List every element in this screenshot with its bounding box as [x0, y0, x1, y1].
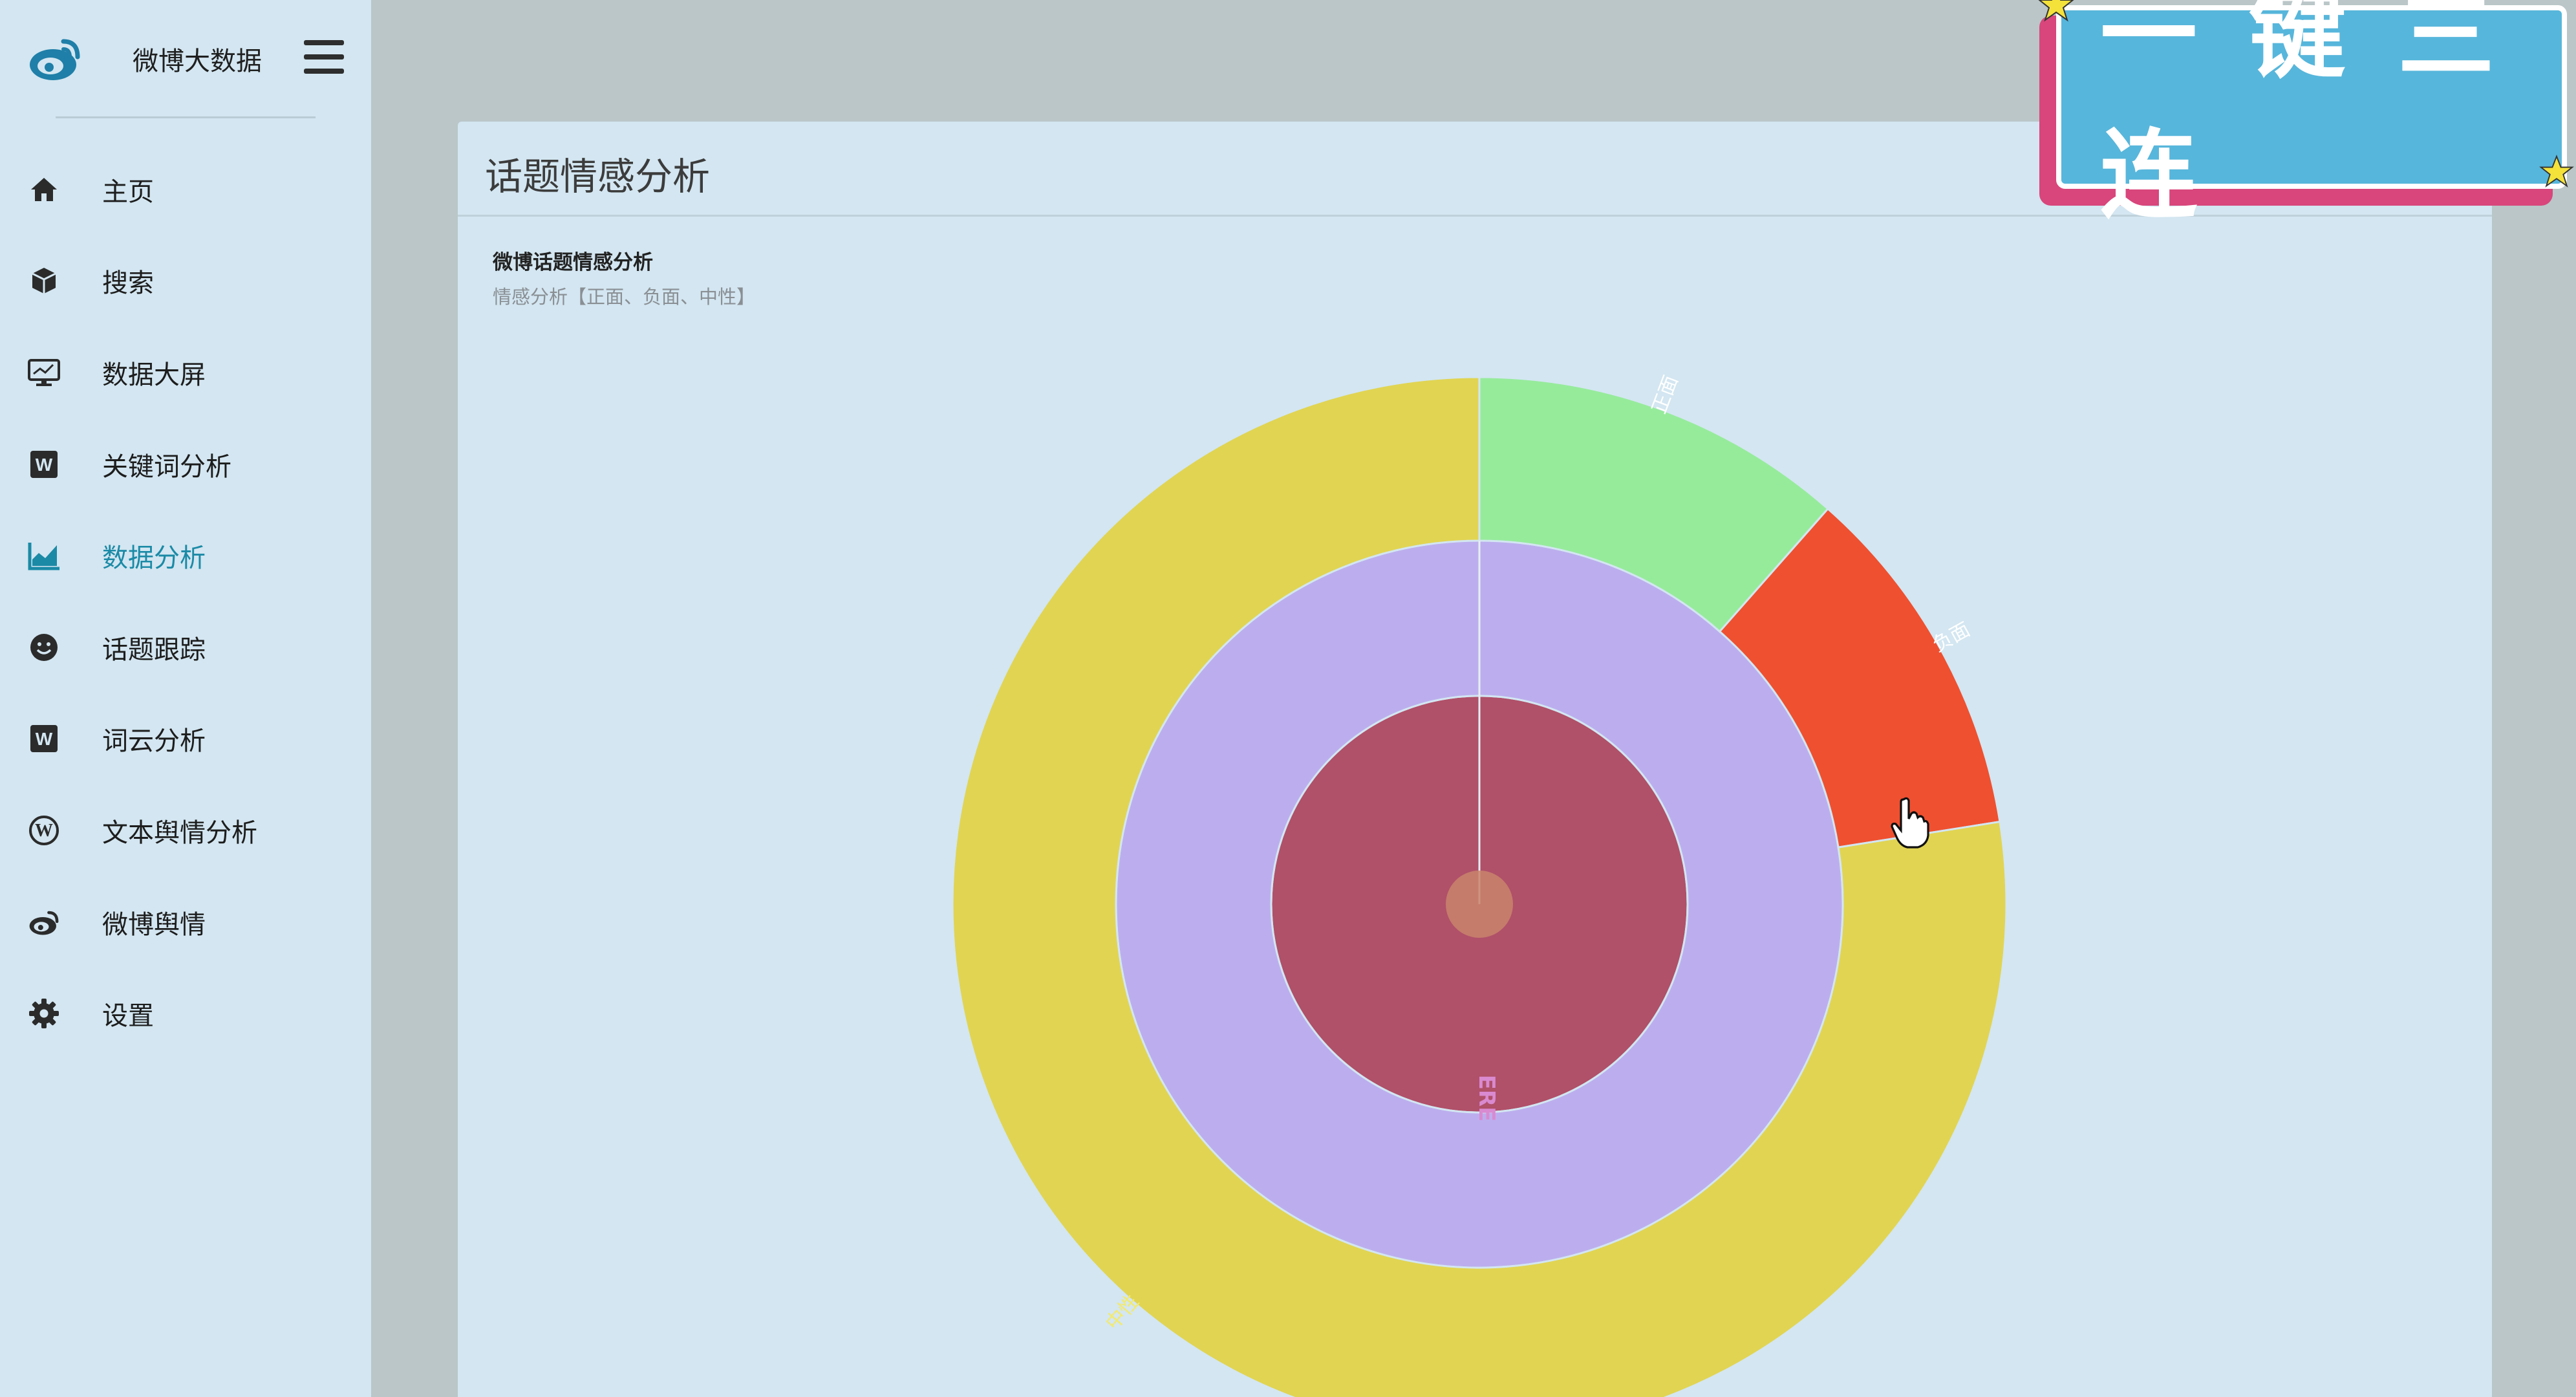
sidebar-item-label: 数据分析: [102, 543, 206, 574]
sunburst-center-label: ERE: [1474, 1075, 1499, 1122]
sidebar-item-label: 搜索: [102, 268, 154, 299]
sidebar-item-label: 关键词分析: [102, 451, 231, 482]
sidebar: 微博大数据 主页 搜索 数据大屏 W 关键词分析 数据分析 话题跟踪 W 词云分…: [0, 0, 371, 1397]
monitor-icon: [26, 354, 62, 391]
word-icon: W: [26, 446, 62, 482]
word-icon: W: [26, 720, 62, 757]
sidebar-item-wordcloud[interactable]: W 词云分析: [0, 693, 371, 785]
sunburst-label: 正面: [1648, 373, 1683, 417]
sidebar-item-label: 词云分析: [102, 726, 206, 757]
sidebar-item-label: 设置: [102, 1001, 154, 1032]
sidebar-item-home[interactable]: 主页: [0, 144, 371, 235]
brand-divider: [56, 116, 316, 118]
home-icon: [26, 171, 62, 208]
svg-text:W: W: [35, 821, 53, 841]
sidebar-item-search[interactable]: 搜索: [0, 235, 371, 327]
sidebar-item-data-analysis[interactable]: 数据分析: [0, 510, 371, 601]
sidebar-item-keyword-analysis[interactable]: W 关键词分析: [0, 418, 371, 510]
sentiment-sunburst-chart[interactable]: 正面负面中性ERE: [458, 122, 2492, 1397]
svg-text:W: W: [36, 455, 53, 475]
weibo-icon: [30, 39, 80, 80]
wordpress-icon: W: [26, 812, 62, 849]
sidebar-item-label: 数据大屏: [102, 360, 206, 390]
sidebar-item-label: 主页: [102, 177, 154, 207]
menu-toggle-icon[interactable]: [304, 40, 344, 74]
star-icon: [2539, 155, 2574, 188]
sidebar-item-label: 文本舆情分析: [102, 818, 257, 848]
cube-icon: [26, 263, 62, 299]
overlay-badge: 一键三连: [2037, 0, 2576, 232]
sidebar-item-weibo-sentiment[interactable]: 微博舆情: [0, 876, 371, 968]
brand-header: 微博大数据: [0, 0, 371, 118]
sidebar-nav: 主页 搜索 数据大屏 W 关键词分析 数据分析 话题跟踪 W 词云分析 W 文本…: [0, 144, 371, 1059]
star-icon: [2038, 0, 2074, 22]
sidebar-item-label: 话题跟踪: [102, 634, 206, 665]
smile-icon: [26, 629, 62, 666]
sidebar-item-text-sentiment[interactable]: W 文本舆情分析: [0, 785, 371, 876]
brand-title: 微博大数据: [133, 47, 262, 76]
sidebar-item-dashboard[interactable]: 数据大屏: [0, 327, 371, 418]
badge-text: 一键三连: [2100, 0, 2547, 232]
weibo-icon: [26, 904, 62, 940]
content-card: 话题情感分析 微博话题情感分析 情感分析【正面、负面、中性】 正面 负面 中性 ERE: [458, 122, 2492, 1397]
sidebar-item-topic-tracking[interactable]: 话题跟踪: [0, 601, 371, 693]
area-chart-icon: [26, 537, 62, 574]
badge-panel: 一键三连: [2056, 0, 2567, 232]
hand-cursor-icon: [1891, 797, 1929, 849]
gear-icon: [26, 995, 62, 1032]
sidebar-item-label: 微博舆情: [102, 909, 206, 940]
svg-text:W: W: [36, 729, 53, 749]
sunburst-center-dot: [1446, 871, 1513, 938]
sidebar-item-settings[interactable]: 设置: [0, 968, 371, 1059]
